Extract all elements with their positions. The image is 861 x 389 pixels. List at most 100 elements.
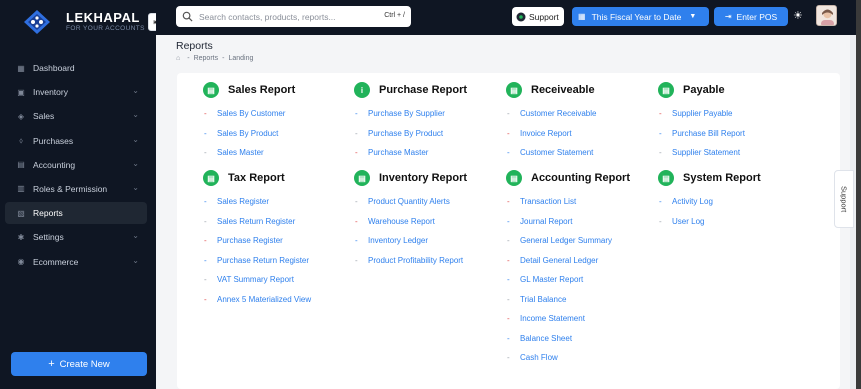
chart-icon: ▧ xyxy=(17,208,25,218)
sidebar-item-purchases[interactable]: ⬨ Purchases ⌄ xyxy=(5,130,147,152)
sidebar-item-roles-permission[interactable]: ▥ Roles & Permission ⌄ xyxy=(5,178,147,200)
list-item: - Purchase By Product xyxy=(355,124,467,144)
report-section-icon: ▤ xyxy=(658,82,674,98)
report-section-icon: ▤ xyxy=(506,82,522,98)
dash-bullet: - xyxy=(507,294,510,304)
report-link[interactable]: User Log xyxy=(672,217,704,226)
create-new-button[interactable]: + Create New xyxy=(11,352,147,376)
report-link[interactable]: Transaction List xyxy=(520,197,576,206)
section-title: Receiveable xyxy=(531,84,595,96)
list-item: - Purchase By Supplier xyxy=(355,104,467,124)
tag-icon: ◈ xyxy=(17,111,25,121)
fiscal-period-label: This Fiscal Year to Date xyxy=(591,11,682,22)
grid-icon: ▦ xyxy=(17,63,25,73)
list-item: - Trial Balance xyxy=(507,290,630,310)
sidebar-item-settings[interactable]: ✱ Settings ⌄ xyxy=(5,226,147,248)
dash-bullet: - xyxy=(659,148,662,158)
support-button[interactable]: Support xyxy=(512,7,564,26)
report-link[interactable]: Sales By Customer xyxy=(217,109,285,118)
avatar[interactable] xyxy=(816,5,837,26)
dash-bullet: - xyxy=(507,333,510,343)
sidebar-item-inventory[interactable]: ▣ Inventory ⌄ xyxy=(5,81,147,103)
search-icon xyxy=(182,11,193,22)
brand[interactable]: LEKHAPAL FOR YOUR ACCOUNTS xyxy=(22,9,145,35)
sidebar: LEKHAPAL FOR YOUR ACCOUNTS ▦ Dashboard ▣ In… xyxy=(0,0,156,389)
section-title: Purchase Report xyxy=(379,84,468,96)
dash-bullet: - xyxy=(507,148,510,158)
report-link[interactable]: Purchase Bill Report xyxy=(672,129,745,138)
support-label: Support xyxy=(529,11,559,22)
report-link[interactable]: Customer Statement xyxy=(520,148,593,157)
home-icon[interactable]: ⌂ xyxy=(176,55,180,62)
report-link[interactable]: Income Statement xyxy=(520,314,585,323)
list-item: - Customer Receivable xyxy=(507,104,596,124)
report-link[interactable]: Product Profitability Report xyxy=(368,256,463,265)
sidebar-item-reports[interactable]: ▧ Reports xyxy=(5,202,147,225)
sidebar-item-accounting[interactable]: ▤ Accounting ⌄ xyxy=(5,154,147,176)
search-box[interactable]: Ctrl + / xyxy=(176,6,411,27)
report-link[interactable]: Purchase Master xyxy=(368,148,428,157)
dash-bullet: - xyxy=(204,148,207,158)
sidebar-nav: ▦ Dashboard ▣ Inventory ⌄ ◈ Sales ⌄ ⬨ Purchases ⌄ ▤… xyxy=(5,57,147,275)
enter-pos-button[interactable]: ⇥ Enter POS xyxy=(714,7,788,26)
report-link[interactable]: Sales Master xyxy=(217,148,264,157)
report-link[interactable]: General Ledger Summary xyxy=(520,236,612,245)
dash-bullet: - xyxy=(659,128,662,138)
dash-bullet: - xyxy=(507,197,510,207)
report-link[interactable]: Purchase Register xyxy=(217,236,283,245)
sun-icon[interactable]: ☀ xyxy=(793,9,803,22)
cart-icon: ⬨ xyxy=(19,135,23,145)
list-item: - Product Profitability Report xyxy=(355,251,467,271)
search-input[interactable] xyxy=(199,11,374,22)
list-item: - Warehouse Report xyxy=(355,212,467,232)
report-link[interactable]: Product Quantity Alerts xyxy=(368,197,450,206)
report-link[interactable]: Activity Log xyxy=(672,197,713,206)
chevron-down-icon: ⌄ xyxy=(132,158,139,168)
support-side-tab[interactable]: Support xyxy=(834,170,854,228)
sidebar-item-sales[interactable]: ◈ Sales ⌄ xyxy=(5,105,147,127)
report-link[interactable]: Warehouse Report xyxy=(368,217,435,226)
report-link[interactable]: Purchase By Product xyxy=(368,129,443,138)
box-icon: ▣ xyxy=(17,87,25,97)
report-link[interactable]: Purchase Return Register xyxy=(217,256,309,265)
report-link[interactable]: Sales By Product xyxy=(217,129,278,138)
plus-icon: + xyxy=(48,358,55,370)
report-link[interactable]: GL Master Report xyxy=(520,275,583,284)
report-section-accounting-report: ▤ Accounting Report - Transaction List - Jour… xyxy=(506,169,630,368)
dash-bullet: - xyxy=(507,109,510,119)
report-link[interactable]: VAT Summary Report xyxy=(217,275,294,284)
report-section-inventory-report: ▤ Inventory Report - Product Quantity Alert… xyxy=(354,169,467,270)
list-item: - Sales Master xyxy=(204,143,295,163)
list-item: - Supplier Payable xyxy=(659,104,745,124)
report-link[interactable]: Annex 5 Materialized View xyxy=(217,295,311,304)
section-title: Accounting Report xyxy=(531,172,630,184)
list-item: - Sales By Product xyxy=(204,124,295,144)
report-link[interactable]: Supplier Statement xyxy=(672,148,740,157)
report-link[interactable]: Journal Report xyxy=(520,217,572,226)
dash-bullet: - xyxy=(507,255,510,265)
report-link[interactable]: Trial Balance xyxy=(520,295,566,304)
report-link[interactable]: Detail General Ledger xyxy=(520,256,598,265)
sidebar-item-ecommerce[interactable]: ◉ Ecommerce ⌄ xyxy=(5,251,147,273)
fiscal-period-dropdown[interactable]: ▦ This Fiscal Year to Date ▼ xyxy=(572,7,709,26)
main-content: Reports ⌂ - Reports - Landing ▤ Sales Rep… xyxy=(156,35,856,389)
dash-bullet: - xyxy=(355,109,358,119)
breadcrumb-reports[interactable]: Reports xyxy=(194,55,219,62)
report-link[interactable]: Purchase By Supplier xyxy=(368,109,445,118)
report-section-purchase-report: i Purchase Report - Purchase By Supplier - Pu… xyxy=(354,81,467,163)
report-section-tax-report: ▤ Tax Report - Sales Register - Sales Return … xyxy=(203,169,311,309)
report-link[interactable]: Supplier Payable xyxy=(672,109,732,118)
enter-icon: ⇥ xyxy=(724,12,732,21)
report-link[interactable]: Sales Register xyxy=(217,197,269,206)
list-item: - Sales By Customer xyxy=(204,104,295,124)
report-link[interactable]: Balance Sheet xyxy=(520,334,572,343)
report-link[interactable]: Sales Return Register xyxy=(217,217,295,226)
report-link[interactable]: Invoice Report xyxy=(520,129,572,138)
list-item: - Annex 5 Materialized View xyxy=(204,290,311,310)
lekhapal-logo-icon xyxy=(22,9,52,35)
report-link[interactable]: Customer Receivable xyxy=(520,109,596,118)
report-link[interactable]: Inventory Ledger xyxy=(368,236,428,245)
list-item: - User Log xyxy=(659,212,761,232)
report-link[interactable]: Cash Flow xyxy=(520,353,558,362)
sidebar-item-dashboard[interactable]: ▦ Dashboard xyxy=(5,57,147,79)
